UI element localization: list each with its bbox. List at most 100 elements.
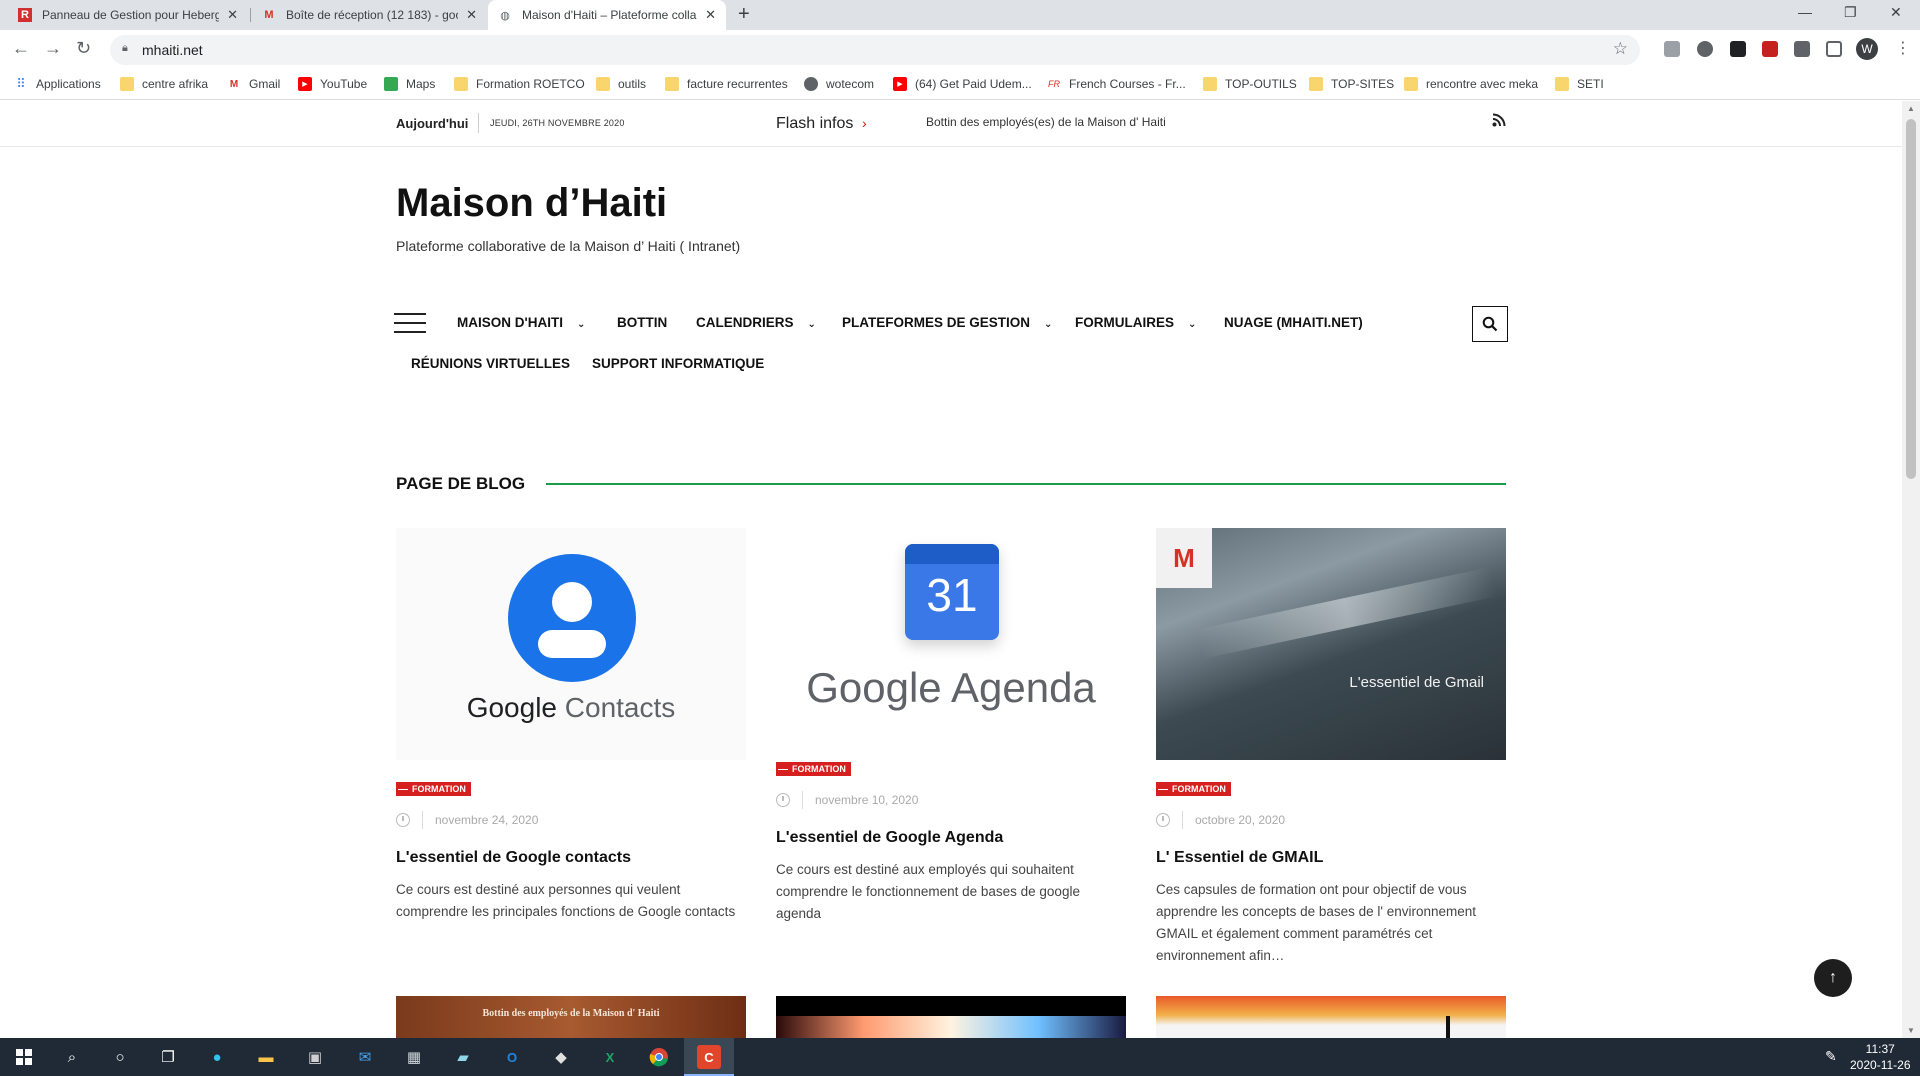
cast-icon[interactable] [1826, 41, 1842, 57]
menu-maison-haiti[interactable]: MAISON D'HAITI ⌄ [457, 315, 585, 330]
rss-icon[interactable] [1492, 113, 1506, 130]
post-thumbnail[interactable] [776, 996, 1126, 1038]
new-tab-button[interactable]: + [738, 3, 750, 26]
chevron-down-icon: ⌄ [576, 319, 586, 330]
menu-bottin[interactable]: BOTTIN [617, 315, 667, 330]
menu-reunions-virtuelles[interactable]: RÉUNIONS VIRTUELLES [411, 356, 570, 371]
app-icon[interactable]: ◆ [549, 1045, 573, 1069]
bookmark-french-courses[interactable]: FR French Courses - Fr... [1047, 77, 1186, 91]
edge-icon[interactable]: ● [205, 1045, 229, 1069]
minimize-icon[interactable]: — [1798, 4, 1812, 20]
system-clock[interactable]: 11:37 2020-11-26 [1850, 1041, 1911, 1073]
category-badge[interactable]: FORMATION [776, 762, 851, 777]
back-to-top-button[interactable]: ↑ [1814, 959, 1852, 997]
chrome-icon[interactable] [647, 1045, 671, 1069]
menu-label: BOTTIN [617, 315, 668, 330]
gmail-icon: M [264, 9, 274, 21]
file-explorer-icon[interactable]: ▬ [254, 1045, 278, 1069]
page-scrollbar[interactable]: ▲ ▼ [1902, 101, 1920, 1038]
category-badge[interactable]: FORMATION [1156, 782, 1231, 797]
bookmark-outils[interactable]: outils [596, 77, 646, 91]
app-c-icon[interactable]: C [697, 1045, 721, 1069]
bookmark-label: Formation ROETCO [476, 77, 585, 91]
bookmark-top-sites[interactable]: TOP-SITES [1309, 77, 1394, 91]
search-button[interactable] [1472, 306, 1508, 342]
outlook-icon[interactable]: O [500, 1045, 524, 1069]
gmail-thumbnail[interactable]: M L'essentiel de Gmail [1156, 528, 1506, 760]
post-excerpt: Ce cours est destiné aux personnes qui v… [396, 882, 736, 920]
tab-panneau-gestion[interactable]: R Panneau de Gestion pour Heberg ✕ [8, 0, 248, 30]
post-thumbnail[interactable] [1156, 996, 1506, 1038]
category-badge[interactable]: FORMATION [396, 782, 471, 797]
bookmark-seti[interactable]: SETI [1555, 77, 1604, 91]
bookmark-label: French Courses - Fr... [1069, 77, 1186, 91]
excel-icon[interactable]: X [598, 1045, 622, 1069]
menu-plateformes-gestion[interactable]: PLATEFORMES DE GESTION ⌄ [842, 315, 1052, 330]
post-title[interactable]: L'essentiel de Google contacts [396, 849, 746, 867]
bookmark-maps[interactable]: Maps [384, 77, 435, 91]
google-agenda-thumbnail[interactable]: 31 Google Agenda [776, 528, 1126, 740]
close-icon[interactable]: ✕ [227, 7, 238, 23]
menu-nuage[interactable]: NUAGE (MHAITI.NET) [1224, 315, 1363, 330]
menu-label: MAISON D'HAITI [457, 315, 563, 330]
bookmark-rencontre-avec-meka[interactable]: rencontre avec meka [1404, 77, 1538, 91]
close-icon[interactable]: ✕ [705, 7, 716, 23]
profile-avatar[interactable]: W [1856, 38, 1878, 60]
bookmark-youtube[interactable]: ▶ YouTube [298, 77, 367, 91]
notes-icon[interactable]: ▰ [451, 1045, 475, 1069]
extension-icon[interactable] [1697, 41, 1713, 57]
bookmark-top-outils[interactable]: TOP-OUTILS [1203, 77, 1297, 91]
hamburger-menu-icon[interactable] [394, 313, 426, 333]
news-ticker-link[interactable]: Bottin des employés(es) de la Maison d' … [926, 115, 1166, 129]
post-title[interactable]: L' Essentiel de GMAIL [1156, 849, 1506, 867]
calculator-icon[interactable]: ▦ [402, 1045, 426, 1069]
menu-formulaires[interactable]: FORMULAIRES ⌄ [1075, 315, 1196, 330]
thumbnail-text: Google Agenda [806, 664, 1096, 711]
more-menu-icon[interactable]: ⋮ [1895, 38, 1911, 58]
bookmark-wotecom[interactable]: wotecom [804, 77, 874, 91]
post-date: octobre 20, 2020 [1195, 813, 1286, 828]
extension-icon[interactable] [1762, 41, 1778, 57]
store-icon[interactable]: ▣ [303, 1045, 327, 1069]
tab-maison-haiti[interactable]: ◍ Maison d'Haiti – Plateforme colla ✕ [488, 0, 726, 30]
menu-calendriers[interactable]: CALENDRIERS ⌄ [696, 315, 816, 330]
post-title[interactable]: L'essentiel de Google Agenda [776, 829, 1126, 847]
menu-support-informatique[interactable]: SUPPORT INFORMATIQUE [592, 356, 764, 371]
restore-icon[interactable]: ❐ [1844, 4, 1857, 21]
bookmark-get-paid-udemy[interactable]: ▶ (64) Get Paid Udem... [893, 77, 1032, 91]
tab-title: Maison d'Haiti – Plateforme colla [522, 8, 697, 22]
back-icon[interactable]: ← [12, 38, 30, 59]
scroll-up-icon[interactable]: ▲ [1907, 104, 1915, 113]
bookmark-applications[interactable]: ⠿ Applications [14, 76, 100, 91]
bookmark-centre-afrika[interactable]: centre afrika [120, 77, 208, 91]
extension-icon[interactable] [1730, 41, 1746, 57]
close-window-icon[interactable]: ✕ [1890, 4, 1902, 21]
forward-icon[interactable]: → [44, 38, 62, 59]
search-icon[interactable]: ⌕ [60, 1045, 84, 1069]
pen-icon[interactable]: ✎ [1825, 1048, 1837, 1065]
google-contacts-thumbnail[interactable]: Google Contacts [396, 528, 746, 760]
scrollbar-thumb[interactable] [1906, 119, 1916, 479]
bookmark-gmail[interactable]: M Gmail [227, 77, 281, 91]
bottin-thumbnail[interactable]: Bottin des employés de la Maison d' Hait… [396, 996, 746, 1038]
windows-start-icon[interactable] [12, 1045, 36, 1069]
address-bar[interactable]: 🔒︎ mhaiti.net ☆ [110, 35, 1640, 65]
puzzle-icon[interactable] [1794, 41, 1810, 57]
task-view-icon[interactable]: ❐ [156, 1045, 180, 1069]
scroll-down-icon[interactable]: ▼ [1907, 1026, 1915, 1035]
close-icon[interactable]: ✕ [466, 7, 477, 23]
chevron-down-icon: ⌄ [807, 319, 816, 330]
bookmark-facture-recurrentes[interactable]: facture recurrentes [665, 77, 788, 91]
globe-icon [804, 77, 818, 91]
cortana-icon[interactable]: ○ [108, 1045, 132, 1069]
thumbnail-text: Google [466, 692, 557, 723]
post-date: novembre 24, 2020 [435, 813, 539, 828]
reload-icon[interactable]: ↻ [76, 38, 91, 59]
mail-icon[interactable]: ✉ [353, 1045, 377, 1069]
bookmark-formation-roetco[interactable]: Formation ROETCO [454, 77, 585, 91]
extension-icon[interactable] [1664, 41, 1680, 57]
folder-icon [665, 77, 679, 91]
tab-gmail[interactable]: M Boîte de réception (12 183) - goo ✕ [252, 0, 487, 30]
bookmark-star-icon[interactable]: ☆ [1613, 39, 1628, 59]
site-title[interactable]: Maison d’Haiti [396, 181, 667, 226]
